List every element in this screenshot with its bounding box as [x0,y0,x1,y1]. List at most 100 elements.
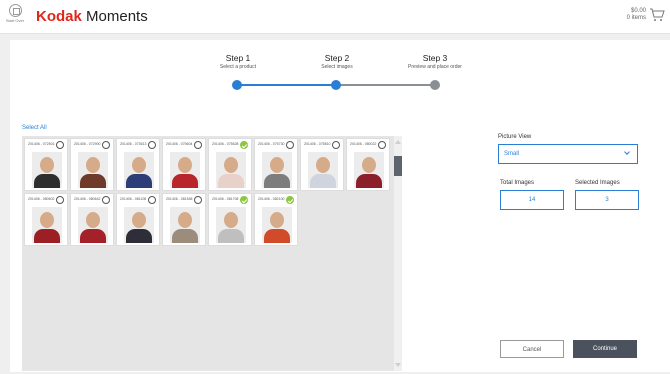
portrait-head [40,212,54,228]
portrait-head [86,212,100,228]
continue-button[interactable]: Continue [573,340,637,358]
cart-total: $0.00 [630,8,646,14]
step-subtitle: Select a product [219,64,257,70]
photo-filename: 201406 - 072900 [74,142,101,146]
portrait-head [178,212,192,228]
portrait-head [316,157,330,173]
checkmark-icon[interactable] [240,196,248,204]
select-checkbox[interactable] [194,196,202,204]
step-1: Step 1 Select a product [193,53,283,70]
photo-thumbnail [124,152,154,188]
portrait-head [224,212,238,228]
photo-thumbnail [308,152,338,188]
portrait-head [86,157,100,173]
cart-items: 0 items [626,15,646,21]
photo-thumbnail [170,207,200,243]
portrait-body [126,174,152,188]
portrait-head [270,157,284,173]
photo-filename: 201406 - 073613 [120,142,147,146]
select-checkbox[interactable] [102,141,110,149]
portrait-head [132,212,146,228]
image-selection-panel: Select All 201406 - 072501 201406 - 07290… [10,110,670,372]
select-checkbox[interactable] [148,196,156,204]
home-icon [8,4,22,17]
total-images-label: Total Images [500,180,535,186]
portrait-body [80,174,106,188]
select-checkbox[interactable] [102,196,110,204]
portrait-body [34,174,60,188]
photo-filename: 201406 - 082100 [258,197,285,201]
select-checkbox[interactable] [194,141,202,149]
step-3-dot [430,80,440,90]
step-title: Step 1 [225,53,251,63]
picture-view-value: Small [504,151,520,157]
photo-card[interactable]: 201406 - 075810 [300,138,344,191]
photo-thumbnail [78,152,108,188]
portrait-body [172,174,198,188]
step-title: Step 2 [324,53,350,63]
select-checkbox[interactable] [286,141,294,149]
cart-summary: $0.00 0 items [627,8,646,22]
photo-card[interactable]: 201406 - 081548 [162,193,206,246]
portrait-head [178,157,192,173]
scroll-up-icon[interactable] [395,140,401,144]
photo-card[interactable]: 201406 - 080602 [24,193,68,246]
step-subtitle: Preview and place order [408,64,462,70]
progress-stepper: Step 1 Select a product Step 2 Select im… [10,40,670,110]
portrait-body [80,229,106,243]
select-checkbox[interactable] [148,141,156,149]
photo-card[interactable]: 201406 - 081708 [208,193,252,246]
select-checkbox[interactable] [332,141,340,149]
photo-filename: 201406 - 075628 [212,142,239,146]
brand-kodak: Kodak [36,8,82,25]
photo-card[interactable]: 201406 - 075628 [208,138,252,191]
portrait-body [126,229,152,243]
portrait-body [172,229,198,243]
photo-filename: 201406 - 081548 [166,197,193,201]
photo-card[interactable]: 201406 - 080022 [346,138,390,191]
checkmark-icon[interactable] [286,196,294,204]
photo-card[interactable]: 201406 - 072900 [70,138,114,191]
cancel-button[interactable]: Cancel [500,340,564,358]
scroll-thumb[interactable] [394,156,402,176]
gallery-scrollbar[interactable] [394,136,402,371]
photo-card[interactable]: 201406 - 082100 [254,193,298,246]
select-all-link[interactable]: Select All [22,125,47,131]
picture-view-label: Picture View [498,134,532,140]
portrait-head [362,157,376,173]
portrait-body [34,229,60,243]
photo-card[interactable]: 201406 - 075730 [254,138,298,191]
photo-filename: 201406 - 080022 [350,142,377,146]
image-gallery: 201406 - 072501 201406 - 072900 201406 - 0… [22,136,402,371]
photo-card[interactable]: 201406 - 072501 [24,138,68,191]
start-over-label: Start Over [5,18,25,23]
select-checkbox[interactable] [56,141,64,149]
scroll-down-icon[interactable] [395,363,401,367]
portrait-body [264,229,290,243]
selected-images-value: 3 [575,190,639,210]
brand-moments: Moments [86,8,148,25]
select-checkbox[interactable] [56,196,64,204]
start-over-button[interactable]: Start Over [4,4,26,23]
select-checkbox[interactable] [378,141,386,149]
step-2: Step 2 Select images [292,53,382,70]
photo-thumbnail [32,152,62,188]
photo-thumbnail [354,152,384,188]
photo-thumbnail [216,207,246,243]
brand-logo: Kodak Moments [36,8,148,25]
photo-card[interactable]: 201406 - 081108 [116,193,160,246]
portrait-head [270,212,284,228]
photo-card[interactable]: 201406 - 080642 [70,193,114,246]
portrait-body [356,174,382,188]
portrait-body [310,174,336,188]
picture-view-select[interactable]: Small [498,144,638,164]
photo-card[interactable]: 201406 - 075604 [162,138,206,191]
photo-thumbnail [32,207,62,243]
photo-filename: 201406 - 072501 [28,142,55,146]
progress-track-done [238,84,337,86]
cart-button[interactable]: $0.00 0 items [627,8,665,22]
checkmark-icon[interactable] [240,141,248,149]
step-2-dot [331,80,341,90]
portrait-head [40,157,54,173]
photo-card[interactable]: 201406 - 073613 [116,138,160,191]
